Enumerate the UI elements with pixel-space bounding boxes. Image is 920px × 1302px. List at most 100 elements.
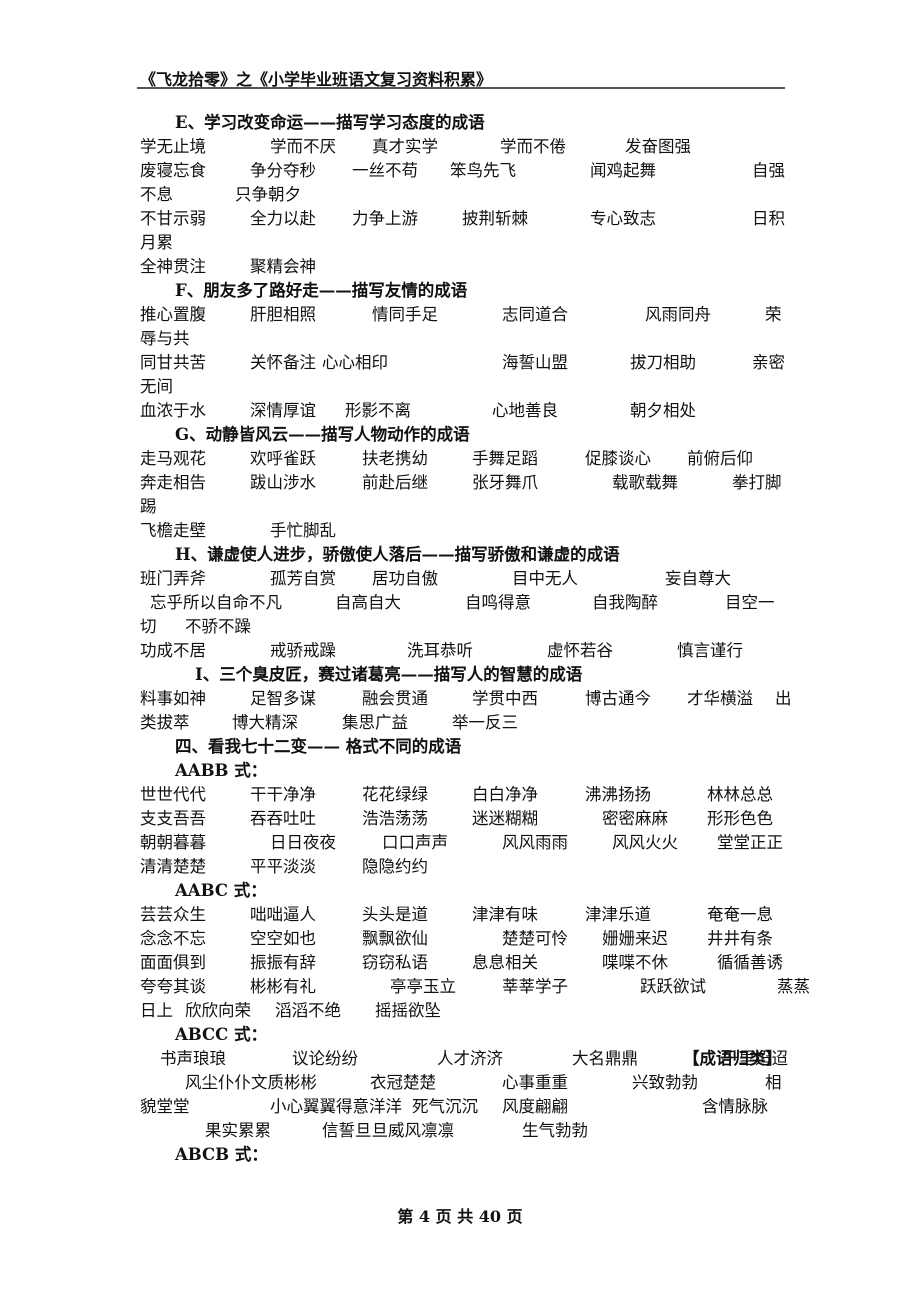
idiom-line: 无间 (140, 375, 790, 399)
idiom-item: 迷迷糊糊 (472, 809, 538, 828)
idiom-line: 念念不忘 空空如也 飘飘欲仙 楚楚可怜 姗姗来迟 井井有条 (140, 927, 790, 951)
idiom-item: 一丝不苟 (352, 161, 418, 180)
idiom-item: 博古通今 (585, 689, 651, 708)
idiom-item: 形形色色 (707, 809, 773, 828)
idiom-item: 争分夺秒 (250, 161, 316, 180)
section-heading-f: F、朋友多了路好走——描写友情的成语 (175, 281, 468, 300)
idiom-item: 清清楚楚 (140, 857, 206, 876)
idiom-item: 奔走相告 (140, 473, 206, 492)
idiom-item: 夸夸其谈 (140, 977, 206, 996)
idiom-item: 发奋图强 (625, 137, 691, 156)
idiom-item: 隐隐约约 (362, 857, 428, 876)
idiom-item: 日日夜夜 (270, 833, 336, 852)
idiom-item: 林林总总 (707, 785, 773, 804)
idiom-item: 风雨同舟 (645, 305, 711, 324)
section-heading-abcc: ABCC 式： (175, 1025, 268, 1044)
idiom-item: 全神贯注 (140, 257, 206, 276)
idiom-item: 班门弄斧 (140, 569, 206, 588)
idiom-item: 兴致勃勃 (632, 1073, 698, 1092)
idiom-item: 只争朝夕 (235, 185, 301, 204)
idiom-line: 奔走相告 跋山涉水 前赴后继 张牙舞爪 载歌载舞 拳打脚 (140, 471, 790, 495)
idiom-item: 足智多谋 (250, 689, 316, 708)
section-heading-aabc: AABC 式： (175, 881, 267, 900)
idiom-item: 生气勃勃 (522, 1121, 588, 1140)
idiom-line: 推心置腹 肝胆相照 情同手足 志同道合 风雨同舟 荣 (140, 303, 790, 327)
section-heading-four: 四、看我七十二变—— 格式不同的成语 (175, 737, 462, 756)
idiom-item: 学而不倦 (500, 137, 566, 156)
idiom-item: 芸芸众生 (140, 905, 206, 924)
idiom-item: 扶老携幼 (362, 449, 428, 468)
idiom-item: 平平淡淡 (250, 857, 316, 876)
idiom-line: 月累 (140, 231, 790, 255)
idiom-item: 貌堂堂 (140, 1097, 190, 1116)
idiom-item: 小心翼翼得意洋洋 (270, 1097, 402, 1116)
idiom-item: 楚楚可怜 (502, 929, 568, 948)
idiom-item: 走马观花 (140, 449, 206, 468)
idiom-item: 飘飘欲仙 (362, 929, 428, 948)
idiom-item: 振振有辞 (250, 953, 316, 972)
idiom-line: 切 不骄不躁 (140, 615, 790, 639)
idiom-item: 拔刀相助 (630, 353, 696, 372)
document-body: E、学习改变命运——描写学习态度的成语 学无止境 学而不厌 真才实学 学而不倦 发奋图强废… (140, 111, 810, 1167)
page-number-footer: 第 4 页 共 40 页 (397, 1207, 523, 1226)
idiom-item: 欣欣向荣 (185, 1001, 251, 1020)
idiom-item: 头头是道 (362, 905, 428, 924)
idiom-item: 支支吾吾 (140, 809, 206, 828)
idiom-item: 花花绿绿 (362, 785, 428, 804)
idiom-item: 月累 (140, 233, 173, 252)
idiom-item: 彬彬有礼 (250, 977, 316, 996)
idiom-item: 朝朝暮暮 (140, 833, 206, 852)
idiom-item: 浩浩荡荡 (362, 809, 428, 828)
idiom-item: 促膝谈心 (585, 449, 651, 468)
idiom-item: 志同道合 (502, 305, 568, 324)
idiom-item: 荣 (765, 305, 782, 324)
idiom-item: 张牙舞爪 (472, 473, 538, 492)
idiom-item: 亲密 (752, 353, 785, 372)
idiom-item: 不息 (140, 185, 173, 204)
idiom-item: 心事重重 (502, 1073, 568, 1092)
idiom-item: 学贯中西 (472, 689, 538, 708)
idiom-item: 亭亭玉立 (390, 977, 456, 996)
idiom-line: 不甘示弱 全力以赴 力争上游 披荆斩棘 专心致志 日积 (140, 207, 790, 231)
idiom-item: 井井有条 (707, 929, 773, 948)
idiom-item: 欢呼雀跃 (250, 449, 316, 468)
category-tag: 【成语归类】 (683, 1049, 782, 1068)
idiom-line: 果实累累 信誓旦旦威风凛凛 生气勃勃 (140, 1119, 790, 1143)
idiom-line: 支支吾吾 吞吞吐吐 浩浩荡荡 迷迷糊糊 密密麻麻 形形色色 (140, 807, 790, 831)
idiom-item: 真才实学 (372, 137, 438, 156)
idiom-item: 切 (140, 617, 157, 636)
idiom-item: 出 (775, 689, 792, 708)
idiom-item: 自我陶醉 (592, 593, 658, 612)
idiom-item: 跃跃欲试 (640, 977, 706, 996)
idiom-item: 奄奄一息 (707, 905, 773, 924)
idiom-line: 学无止境 学而不厌 真才实学 学而不倦 发奋图强 (140, 135, 790, 159)
idiom-item: 津津乐道 (585, 905, 651, 924)
idiom-line: 清清楚楚 平平淡淡 隐隐约约 (140, 855, 790, 879)
idiom-item: 死气沉沉 (412, 1097, 478, 1116)
idiom-item: 形影不离 (345, 401, 411, 420)
idiom-line: 血浓于水 深情厚谊 形影不离 心地善良 朝夕相处 (140, 399, 790, 423)
idiom-item: 沸沸扬扬 (585, 785, 651, 804)
idiom-item: 海誓山盟 (502, 353, 568, 372)
idiom-item: 博大精深 (232, 713, 298, 732)
idiom-item: 莘莘学子 (502, 977, 568, 996)
idiom-item: 面面俱到 (140, 953, 206, 972)
idiom-item: 融会贯通 (362, 689, 428, 708)
idiom-line: 废寝忘食 争分夺秒 一丝不苟 笨鸟先飞 闻鸡起舞 自强 (140, 159, 790, 183)
idiom-item: 息息相关 (472, 953, 538, 972)
idiom-item: 密密麻麻 (602, 809, 668, 828)
idiom-item: 心心相印 (322, 353, 388, 372)
idiom-item: 果实累累 (205, 1121, 271, 1140)
idiom-item: 关怀备注 (250, 353, 316, 372)
idiom-item: 姗姗来迟 (602, 929, 668, 948)
idiom-item: 风尘仆仆文质彬彬 (185, 1073, 317, 1092)
idiom-item: 日积 (752, 209, 785, 228)
idiom-line: 飞檐走壁 手忙脚乱 (140, 519, 790, 543)
idiom-line: 芸芸众生 咄咄逼人 头头是道 津津有味 津津乐道 奄奄一息 (140, 903, 790, 927)
idiom-item: 全力以赴 (250, 209, 316, 228)
idiom-item: 飞檐走壁 (140, 521, 206, 540)
idiom-item: 料事如神 (140, 689, 206, 708)
idiom-line: 班门弄斧 孤芳自赏 居功自傲 目中无人 妄自尊大 (140, 567, 790, 591)
idiom-item: 集思广益 (342, 713, 408, 732)
idiom-item: 窃窃私语 (362, 953, 428, 972)
